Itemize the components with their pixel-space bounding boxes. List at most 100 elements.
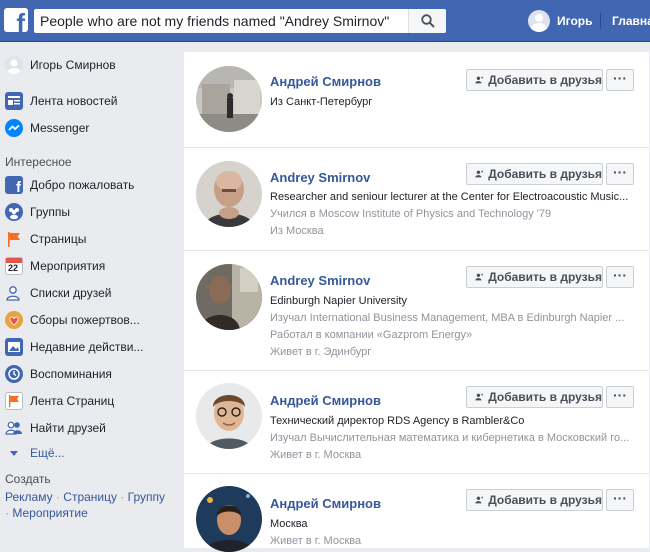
flag-icon [5, 230, 23, 248]
create-group-link[interactable]: Группу [128, 490, 165, 504]
sidebar-item-groups[interactable]: Группы [5, 201, 70, 223]
sidebar-item-label: Добро пожаловать [30, 178, 135, 192]
add-friend-button[interactable]: Добавить в друзья [466, 386, 603, 408]
sidebar-more-link[interactable]: Ещё... [5, 442, 65, 464]
search-icon [421, 14, 435, 28]
profile-photo[interactable] [196, 264, 262, 330]
left-sidebar: Игорь Смирнов Лента новостей Messenger И… [0, 42, 180, 548]
sidebar-item-label: Списки друзей [30, 286, 112, 300]
pages-feed-icon [5, 392, 23, 410]
sidebar-item-find-friends[interactable]: Найти друзей [5, 417, 106, 439]
photo-icon [5, 338, 23, 356]
sidebar-item-fundraisers[interactable]: Сборы пожертвов... [5, 309, 140, 331]
avatar [528, 10, 550, 32]
result-card: Andrey Smirnov Researcher and seniour le… [184, 148, 649, 251]
user-profile-link[interactable]: Игорь [528, 10, 593, 32]
sidebar-profile-name: Игорь Смирнов [30, 58, 116, 72]
sidebar-item-events[interactable]: 22 Мероприятия [5, 255, 105, 277]
search-input[interactable] [34, 9, 408, 33]
more-label: Ещё... [30, 446, 65, 460]
more-options-button[interactable]: ··· [606, 163, 634, 185]
person-name-link[interactable]: Андрей Смирнов [270, 496, 381, 511]
person-name-link[interactable]: Андрей Смирнов [270, 393, 381, 408]
friend-lists-icon [5, 284, 23, 302]
more-options-button[interactable]: ··· [606, 266, 634, 288]
sidebar-item-welcome[interactable]: f Добро пожаловать [5, 174, 134, 196]
sidebar-item-label: Группы [30, 205, 70, 219]
news-feed-icon [5, 92, 23, 110]
profile-avatar-icon [5, 56, 23, 74]
sidebar-item-label: Недавние действи... [30, 340, 144, 354]
person-name-link[interactable]: Андрей Смирнов [270, 74, 381, 89]
more-options-button[interactable]: ··· [606, 69, 634, 91]
sidebar-item-news-feed[interactable]: Лента новостей [5, 90, 118, 112]
add-friend-button[interactable]: Добавить в друзья [466, 163, 603, 185]
facebook-icon: f [5, 176, 23, 196]
add-friend-icon [475, 393, 484, 401]
section-heading-interesting: Интересное [5, 155, 72, 169]
sidebar-item-pages-feed[interactable]: Лента Страниц [5, 390, 114, 412]
sidebar-item-label: Messenger [30, 121, 90, 135]
profile-photo[interactable] [196, 486, 262, 552]
profile-photo[interactable] [196, 161, 262, 227]
messenger-icon [5, 119, 23, 137]
add-friend-icon [475, 496, 484, 504]
add-friend-label: Добавить в друзья [488, 493, 602, 507]
search-button[interactable] [408, 9, 446, 33]
fundraiser-icon [5, 311, 23, 329]
person-detail: Researcher and seniour lecturer at the C… [270, 191, 629, 203]
sidebar-item-memories[interactable]: Воспоминания [5, 363, 112, 385]
sidebar-item-friend-lists[interactable]: Списки друзей [5, 282, 111, 304]
section-heading-create: Создать [5, 472, 51, 486]
facebook-logo-icon[interactable]: f [4, 8, 28, 32]
person-detail: Из Москва [270, 225, 324, 237]
person-detail: Edinburgh Napier University [270, 295, 407, 307]
groups-icon [5, 203, 23, 221]
user-name: Игорь [557, 14, 593, 28]
person-name-link[interactable]: Andrey Smirnov [270, 273, 370, 288]
person-name-link[interactable]: Andrey Smirnov [270, 170, 370, 185]
add-friend-icon [475, 170, 484, 178]
sidebar-item-label: Воспоминания [30, 367, 112, 381]
sidebar-item-label: Сборы пожертвов... [30, 313, 140, 327]
profile-photo[interactable] [196, 383, 262, 449]
create-ad-link[interactable]: Рекламу [5, 490, 53, 504]
person-detail: Москва [270, 518, 308, 530]
create-page-link[interactable]: Страницу [63, 490, 117, 504]
person-detail: Технический директор RDS Agency в Ramble… [270, 415, 525, 427]
add-friend-label: Добавить в друзья [488, 270, 602, 284]
person-detail: Изучал International Business Management… [270, 312, 625, 324]
sidebar-item-pages[interactable]: Страницы [5, 228, 86, 250]
more-options-button[interactable]: ··· [606, 386, 634, 408]
person-detail: Живет в г. Москва [270, 449, 362, 461]
chevron-down-icon [5, 444, 23, 462]
add-friend-button[interactable]: Добавить в друзья [466, 489, 603, 511]
add-friend-button[interactable]: Добавить в друзья [466, 69, 603, 91]
person-detail: Из Санкт-Петербург [270, 96, 373, 108]
person-detail: Учился в Moscow Institute of Physics and… [270, 208, 552, 220]
add-friend-label: Добавить в друзья [488, 167, 602, 181]
more-options-button[interactable]: ··· [606, 489, 634, 511]
home-link[interactable]: Главна [612, 14, 650, 28]
add-friend-label: Добавить в друзья [488, 390, 602, 404]
memories-icon [5, 365, 23, 383]
result-card: Андрей Смирнов Москва Живет в г. Москва … [184, 474, 649, 552]
sidebar-item-messenger[interactable]: Messenger [5, 117, 89, 139]
sidebar-item-recent-activity[interactable]: Недавние действи... [5, 336, 143, 358]
search-results: Андрей Смирнов Из Санкт-Петербург Добави… [184, 52, 649, 552]
result-card: Andrey Smirnov Edinburgh Napier Universi… [184, 251, 649, 371]
add-friend-icon [475, 273, 484, 281]
profile-photo[interactable] [196, 66, 262, 132]
divider [600, 13, 601, 29]
top-bar: f Игорь Главна [0, 0, 650, 42]
sidebar-item-label: Страницы [30, 232, 87, 246]
find-friends-icon [5, 419, 23, 437]
create-event-link[interactable]: Мероприятие [12, 506, 87, 520]
result-card: Андрей Смирнов Технический директор RDS … [184, 371, 649, 474]
person-detail: Изучал Вычислительная математика и кибер… [270, 432, 630, 444]
person-detail: Живет в г. Москва [270, 535, 362, 547]
add-friend-button[interactable]: Добавить в друзья [466, 266, 603, 288]
search-box [34, 9, 446, 33]
sidebar-item-label: Мероприятия [30, 259, 106, 273]
sidebar-profile[interactable]: Игорь Смирнов [5, 54, 116, 76]
